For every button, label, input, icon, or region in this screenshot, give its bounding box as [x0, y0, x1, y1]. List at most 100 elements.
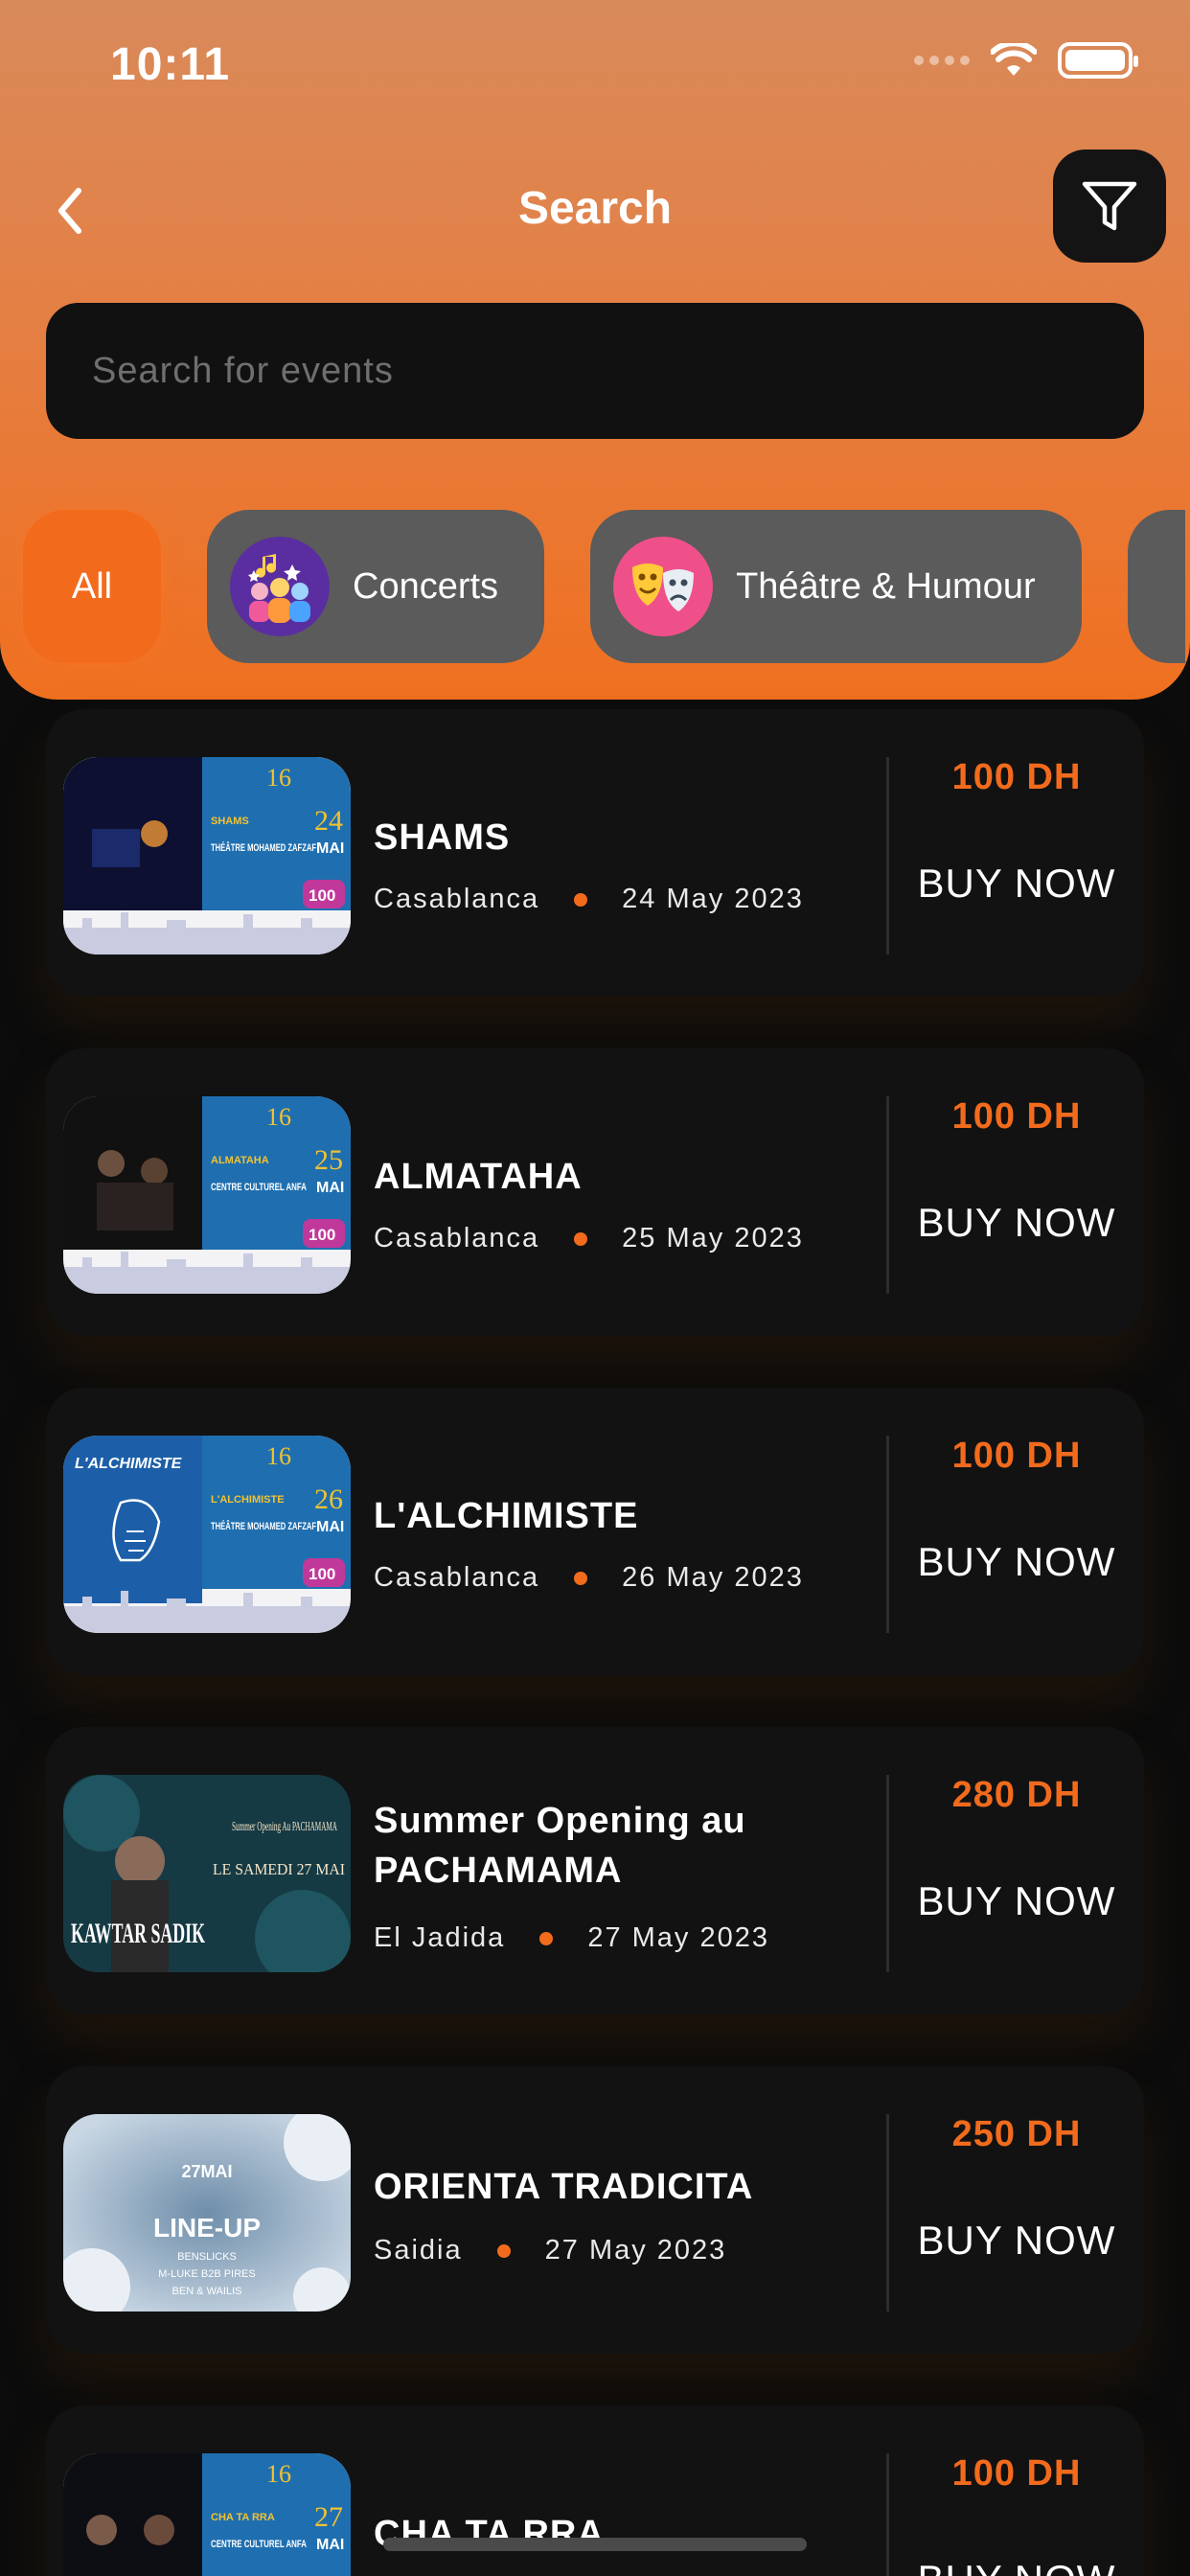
poster-date-line: LE SAMEDI 27 MAI	[213, 1860, 345, 1878]
event-title: CHA TA RRA	[374, 2514, 605, 2554]
event-city: Saidia	[374, 2235, 463, 2266]
poster-ticket: 100	[309, 1226, 335, 1244]
search-input[interactable]	[92, 350, 1144, 392]
event-card[interactable]: 27MAI LINE-UP BENSLICKS M-LUKE B2B PIRES…	[46, 2066, 1144, 2354]
event-card[interactable]: L'ALCHIMISTE 16 L'ALCHIMISTE THÉÂTRE MOH…	[46, 1388, 1144, 1675]
poster-name: SHAMS	[211, 816, 249, 827]
poster-artist: KAWTAR SADIK	[71, 1918, 205, 1949]
separator-dot	[496, 2243, 511, 2258]
buy-now-button[interactable]: BUY NOW	[889, 1539, 1144, 1585]
event-date: 27 May 2023	[544, 2235, 727, 2266]
separator-dot	[574, 892, 588, 907]
buy-now-button[interactable]: BUY NOW	[889, 1200, 1144, 1246]
event-meta: Casablanca 24 May 2023	[374, 884, 804, 915]
category-chips: All Concerts Théâtre & Humour	[23, 510, 1185, 663]
chip-all[interactable]: All	[23, 510, 161, 663]
header: 10:11 Search All	[0, 0, 1190, 700]
poster-month: MAI	[316, 1180, 344, 1196]
event-price: 100 DH	[951, 1436, 1082, 1476]
event-meta: Saidia 27 May 2023	[374, 2235, 726, 2266]
search-bar[interactable]	[46, 303, 1144, 439]
separator-dot	[574, 1571, 588, 1585]
separator-dot	[574, 1231, 588, 1246]
poster-day: 24	[314, 805, 343, 837]
poster-ticket: 100	[309, 1565, 335, 1583]
buy-now-button[interactable]: BUY NOW	[889, 2557, 1144, 2576]
event-date: 26 May 2023	[622, 1562, 804, 1593]
event-price: 280 DH	[951, 1775, 1082, 1815]
event-city: Casablanca	[374, 1562, 540, 1593]
event-card[interactable]: 16 ALMATAHA CENTRE CULTUREL ANFA 25 MAI …	[46, 1048, 1144, 1336]
battery-icon	[1058, 42, 1138, 79]
event-card[interactable]: 16 SHAMS THÉÂTRE MOHAMED ZAFZAF 24 MAI 1…	[46, 709, 1144, 997]
poster-festival-number: 16	[266, 2460, 291, 2488]
poster-day: 27	[314, 2501, 343, 2533]
event-title: Summer Opening au PACHAMAMA	[374, 1801, 746, 1891]
event-date: 27 May 2023	[587, 1922, 769, 1953]
poster-month: MAI	[316, 1519, 344, 1535]
buy-now-button[interactable]: BUY NOW	[889, 2218, 1144, 2264]
event-price: 100 DH	[951, 2453, 1082, 2494]
chip-label: Concerts	[353, 565, 499, 607]
event-title: ORIENTA TRADICITA	[374, 2167, 754, 2207]
poster-lineup-3: BEN & WAILIS	[172, 2286, 242, 2297]
poster-festival-number: 16	[266, 764, 291, 792]
event-meta: Casablanca 26 May 2023	[374, 1562, 804, 1594]
event-city: Casablanca	[374, 1223, 540, 1254]
poster-venue: CENTRE CULTUREL ANFA	[211, 2539, 307, 2550]
event-card[interactable]: Summer Opening Au PACHAMAMA LE SAMEDI 27…	[46, 1727, 1144, 2014]
chip-label: All	[71, 565, 113, 607]
poster-name-left: L'ALCHIMISTE	[75, 1456, 183, 1472]
event-price: 250 DH	[951, 2114, 1082, 2154]
event-city: Casablanca	[374, 884, 540, 914]
event-meta: Casablanca 25 May 2023	[374, 1223, 804, 1254]
event-poster: Summer Opening Au PACHAMAMA LE SAMEDI 27…	[63, 1775, 351, 1972]
status-icons	[914, 42, 1138, 79]
event-poster: 16 CHA TA RRA CENTRE CULTUREL ANFA 27 MA…	[63, 2453, 351, 2576]
status-time: 10:11	[110, 39, 231, 90]
poster-festival-number: 16	[266, 1442, 291, 1470]
poster-name: L'ALCHIMISTE	[211, 1494, 285, 1506]
event-date: 25 May 2023	[622, 1223, 804, 1254]
poster-month: MAI	[316, 840, 344, 857]
event-poster: L'ALCHIMISTE 16 L'ALCHIMISTE THÉÂTRE MOH…	[63, 1436, 351, 1633]
poster-name: ALMATAHA	[211, 1155, 269, 1166]
buy-now-button[interactable]: BUY NOW	[889, 861, 1144, 907]
event-meta: El Jadida 27 May 2023	[374, 1922, 769, 1954]
event-title: L'ALCHIMISTE	[374, 1496, 639, 1536]
poster-headline: Summer Opening Au PACHAMAMA	[232, 1820, 337, 1834]
event-poster: 16 ALMATAHA CENTRE CULTUREL ANFA 25 MAI …	[63, 1096, 351, 1294]
chip-theatre-humour[interactable]: Théâtre & Humour	[590, 510, 1082, 663]
theatre-masks-icon	[613, 537, 714, 636]
poster-month: MAI	[316, 2537, 344, 2553]
poster-day: 25	[314, 1144, 343, 1176]
poster-lineup-1: BENSLICKS	[177, 2251, 237, 2263]
chip-more[interactable]	[1127, 510, 1185, 663]
event-poster: 16 SHAMS THÉÂTRE MOHAMED ZAFZAF 24 MAI 1…	[63, 757, 351, 954]
event-poster: 27MAI LINE-UP BENSLICKS M-LUKE B2B PIRES…	[63, 2114, 351, 2312]
page-title: Search	[517, 183, 673, 234]
event-city: El Jadida	[374, 1922, 506, 1953]
buy-now-button[interactable]: BUY NOW	[889, 1878, 1144, 1924]
filter-button[interactable]	[1053, 150, 1166, 263]
event-price: 100 DH	[951, 757, 1082, 797]
poster-venue: CENTRE CULTUREL ANFA	[211, 1182, 307, 1193]
concerts-icon	[230, 537, 330, 636]
chip-concerts[interactable]: Concerts	[207, 510, 545, 663]
event-date: 24 May 2023	[622, 884, 804, 914]
wifi-icon	[991, 43, 1037, 76]
poster-venue: THÉÂTRE MOHAMED ZAFZAF	[211, 841, 316, 854]
poster-day: 26	[314, 1484, 343, 1515]
cellular-signal-icon	[914, 56, 970, 65]
event-price: 100 DH	[951, 1096, 1082, 1137]
event-title: ALMATAHA	[374, 1157, 583, 1197]
separator-dot	[539, 1931, 554, 1945]
poster-ticket: 100	[309, 886, 335, 905]
poster-headline: LINE-UP	[153, 2213, 261, 2242]
poster-festival-number: 16	[266, 1103, 291, 1131]
poster-venue: THÉÂTRE MOHAMED ZAFZAF	[211, 1520, 316, 1532]
poster-lineup-2: M-LUKE B2B PIRES	[158, 2268, 255, 2280]
poster-name: CHA TA RRA	[211, 2512, 275, 2523]
filter-icon	[1082, 181, 1137, 231]
home-indicator	[383, 2538, 807, 2551]
